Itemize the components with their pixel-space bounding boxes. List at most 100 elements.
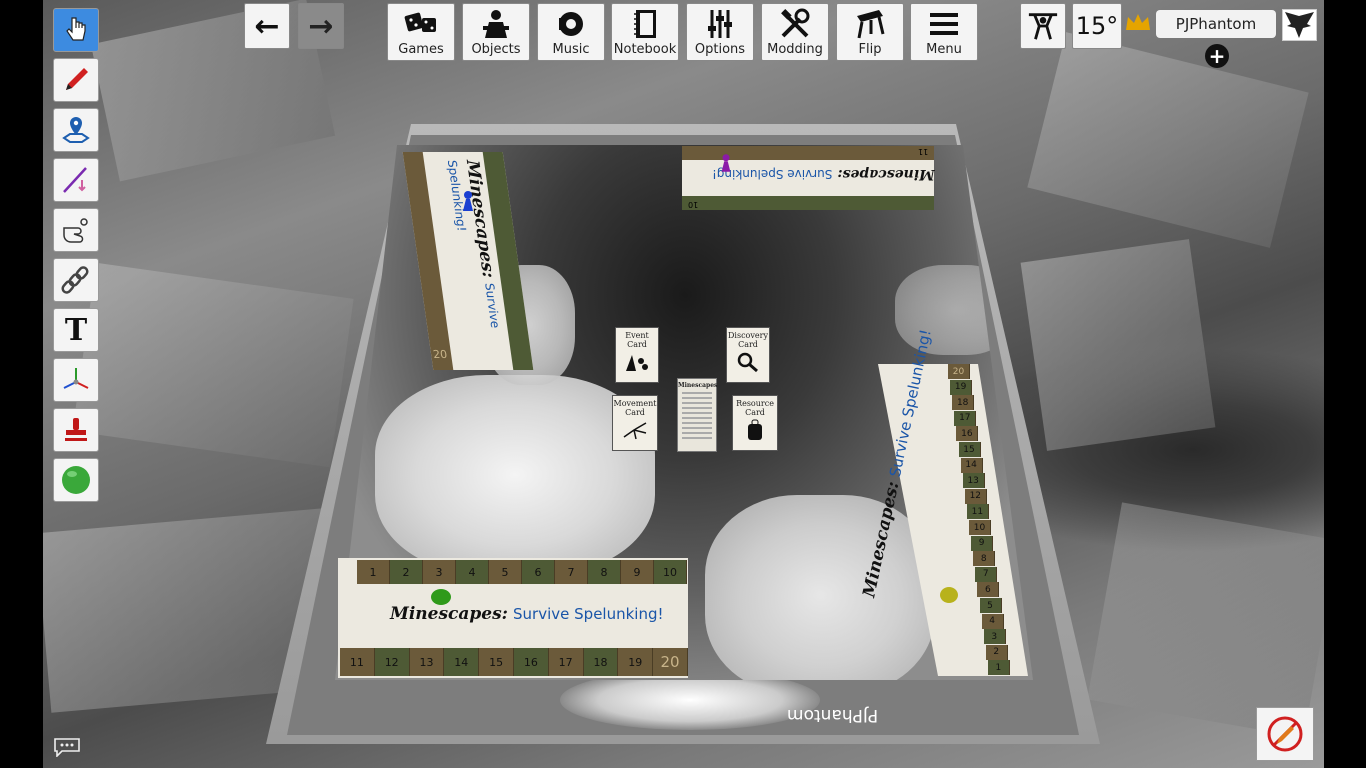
track-cell: 18 [583,648,619,676]
track-cell: 5 [979,598,1002,613]
add-player-button[interactable]: + [1205,44,1229,68]
stamp-tool[interactable] [53,408,99,452]
event-card-deck[interactable]: Event Card [615,327,659,383]
pawn-blue[interactable] [460,190,476,212]
track-cell: 12 [964,488,987,504]
discovery-card-line2: Card [738,340,758,349]
avatar[interactable] [1282,9,1317,41]
movement-card-deck[interactable]: Movement Card [612,395,658,451]
notebook-label: Notebook [613,42,677,57]
track-cell: 10 [654,560,687,584]
track-left-cell-20: 20 [432,348,449,361]
text-tool[interactable]: T [53,308,99,352]
track-cell: 12 [374,648,410,676]
dice-icon [404,12,436,32]
movement-card-line1: Movement [613,399,657,408]
track-bottom-row-1: 1 2 3 4 5 6 7 8 9 10 [357,560,687,584]
modding-label: Modding [767,42,823,57]
event-card-line1: Event [625,331,649,340]
flip-table-button[interactable]: Flip [836,3,904,61]
track-cell: 14 [444,648,480,676]
objects-button[interactable]: Objects [462,3,530,61]
pawn-purple[interactable] [719,152,733,174]
player-name-badge[interactable]: PJPhantom [1156,10,1276,38]
speaker-icon [559,12,583,36]
resource-card-line2: Card [745,408,765,417]
track-top-cell-10: 10 [688,200,699,209]
arrow-right-icon: → [308,8,334,44]
event-card-line2: Card [627,340,647,349]
no-pencil-icon [1267,716,1303,752]
options-button[interactable]: Options [686,3,754,61]
track-top-cell-11: 11 [917,147,928,156]
table-flip-icon [857,10,885,39]
sliders-icon [708,10,732,38]
track-cell: 2 [985,644,1008,660]
track-cell: 7 [975,566,998,582]
track-cell: 11 [340,648,375,676]
track-cell: 4 [456,560,489,584]
notebook-icon [634,10,656,38]
pawn-yellow[interactable] [938,585,960,605]
track-cell: 1 [987,660,1010,676]
tool-palette: T [53,8,101,508]
gizmo-tool[interactable] [53,358,99,402]
track-cell: 11 [966,504,989,520]
rotation-angle-button[interactable]: 15° [1072,3,1122,49]
map-pin-tool[interactable] [53,108,99,152]
text-icon: T [64,312,88,348]
track-cell: 19 [618,648,654,676]
menu-button[interactable]: Menu [910,3,978,61]
track-cell: 7 [555,560,588,584]
discovery-card-deck[interactable]: Discovery Card [726,327,770,383]
joint-chain-icon [61,266,89,294]
games-button[interactable]: Games [387,3,455,61]
track-cell: 3 [983,629,1006,645]
track-cell: 10 [969,520,991,535]
menu-label: Menu [926,42,962,57]
table-owner-label: PJPhantom [787,705,879,725]
pointer-tool[interactable] [53,8,99,52]
weightlifter-icon [1028,13,1058,40]
notebook-button[interactable]: Notebook [611,3,679,61]
discovery-card-line1: Discovery [728,331,768,340]
lift-mode-button[interactable] [1020,3,1066,49]
tools-icon [781,8,810,38]
options-label: Options [694,42,746,57]
board-title-main-bottom: Minescapes: [390,604,508,624]
rockfall-icon [626,355,648,371]
track-cell: 17 [548,648,584,676]
no-draw-toggle-button[interactable] [1256,707,1314,761]
joint-tool[interactable] [53,258,99,302]
track-cell: 3 [423,560,456,584]
board-title-sub-bottom: Survive Spelunking! [513,605,664,623]
music-label: Music [552,42,590,57]
arrow-left-icon: ← [254,8,280,44]
draw-tool[interactable] [53,58,99,102]
line-tool[interactable] [53,158,99,202]
track-cell: 8 [973,551,996,567]
track-top-cells-2 [682,196,934,210]
pawn-icon [483,10,509,38]
track-cell: 5 [489,560,522,584]
modding-button[interactable]: Modding [761,3,829,61]
track-cell: 9 [621,560,654,584]
resource-card-deck[interactable]: Resource Card [732,395,778,451]
track-cell: 4 [981,613,1004,629]
redo-button[interactable]: → [298,3,344,49]
rules-title: Minescapes [678,382,718,389]
track-cell: 8 [588,560,621,584]
pointer-icon [66,17,86,41]
rules-sheet[interactable]: Minescapes [677,378,717,452]
track-cell: 13 [962,473,985,489]
track-cell: 13 [409,648,445,676]
undo-button[interactable]: ← [244,3,290,49]
movement-card-line2: Card [625,408,645,417]
line-icon [63,167,87,193]
music-button[interactable]: Music [537,3,605,61]
gizmo-hand-tool[interactable] [53,208,99,252]
crown-icon [1126,14,1150,30]
color-tool[interactable] [53,458,99,502]
pawn-green[interactable] [430,588,452,606]
chat-icon[interactable] [52,737,82,757]
